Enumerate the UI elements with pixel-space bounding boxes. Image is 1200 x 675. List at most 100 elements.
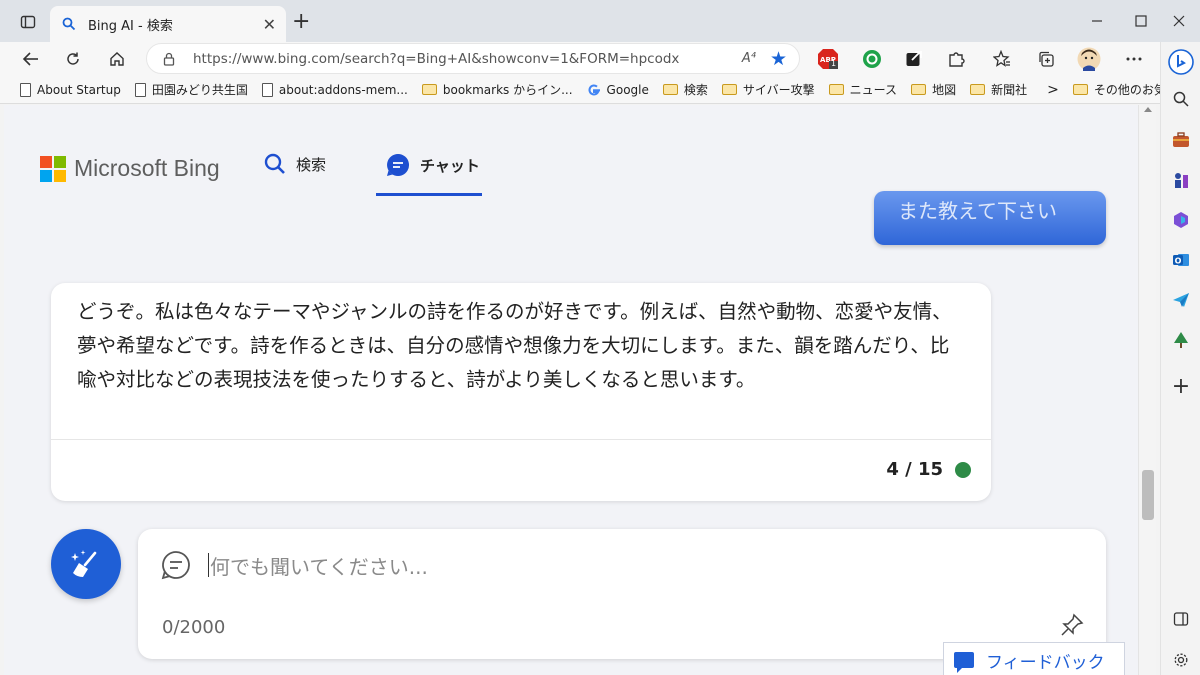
maximize-icon[interactable] [1126, 8, 1156, 34]
minimize-icon[interactable] [1082, 8, 1112, 34]
scrollbar-thumb[interactable] [1142, 470, 1154, 520]
tab-chat[interactable]: チャット [386, 153, 480, 177]
back-arrow-icon[interactable] [16, 44, 46, 74]
bookmark-item[interactable]: 田園みどり共生国 [134, 81, 248, 98]
bookmarks-bar: About Startup 田園みどり共生国 about:addons-mem...… [0, 76, 1160, 104]
scroll-up-arrow-icon[interactable] [1144, 107, 1152, 112]
bookmark-item[interactable]: ニュース [828, 81, 897, 98]
microsoft-logo-icon [40, 155, 66, 182]
folder-icon [1072, 84, 1088, 95]
bookmark-item[interactable]: About Startup [20, 82, 121, 97]
bookmark-item[interactable]: Google [587, 83, 649, 97]
svg-text:O: O [1175, 257, 1182, 266]
settings-gear-icon[interactable] [1169, 648, 1193, 672]
bookmark-item[interactable]: 検索 [662, 81, 708, 98]
bookmark-label: bookmarks からイン... [442, 83, 573, 97]
bookmark-label: about:addons-mem... [278, 82, 408, 97]
pin-icon[interactable] [1060, 613, 1084, 641]
tab-actions-icon[interactable] [14, 8, 42, 36]
search-icon[interactable] [1169, 87, 1193, 111]
other-favorites[interactable]: その他のお気に入り [1072, 81, 1160, 98]
page-icon [261, 82, 273, 97]
bookmark-label: About Startup [37, 82, 121, 97]
tab-search-label: 検索 [296, 155, 327, 174]
page-icon [20, 82, 31, 97]
bookmarks-overflow-chevron-icon[interactable]: > [1047, 82, 1059, 98]
character-count: 0/2000 [162, 617, 226, 638]
chat-input-icon [160, 549, 192, 585]
edge-sidebar: O + [1160, 42, 1200, 675]
bot-response-card: どうぞ。私は色々なテーマやジャンルの詩を作るのが好きです。例えば、自然や動物、恋… [51, 283, 991, 501]
address-bar[interactable]: https://www.bing.com/search?q=Bing+AI&sh… [146, 43, 800, 74]
browser-toolbar: https://www.bing.com/search?q=Bing+AI&sh… [0, 42, 1160, 76]
favorites-icon[interactable] [990, 47, 1014, 71]
folder-icon [828, 84, 844, 95]
bot-message-text: どうぞ。私は色々なテーマやジャンルの詩を作るのが好きです。例えば、自然や動物、恋… [77, 300, 952, 391]
bing-chat-icon[interactable] [1167, 48, 1195, 76]
logo-square [40, 169, 52, 182]
page-icon [134, 82, 146, 97]
url-text[interactable]: https://www.bing.com/search?q=Bing+AI&sh… [193, 51, 742, 67]
brand-name: Microsoft Bing [74, 155, 220, 181]
logo-square [54, 169, 66, 182]
refresh-icon[interactable] [58, 44, 88, 74]
tab-search[interactable]: 検索 [264, 153, 326, 175]
chat-input-placeholder[interactable]: 何でも聞いてください... [210, 551, 428, 580]
google-icon [587, 83, 601, 97]
collections-icon[interactable] [1034, 47, 1058, 71]
logo-square [40, 155, 52, 168]
favorite-star-icon[interactable]: ★ [770, 48, 787, 70]
bookmark-label: 田園みどり共生国 [151, 83, 248, 97]
bing-chat-page: Microsoft Bing 検索 チャット また教えて下さい どうぞ。私は色々… [4, 105, 1138, 675]
new-topic-button[interactable] [51, 529, 121, 599]
read-aloud-icon[interactable]: A⁴ [742, 51, 756, 66]
tree-icon[interactable] [1169, 328, 1193, 352]
games-icon[interactable] [1169, 168, 1193, 192]
bookmark-item[interactable]: about:addons-mem... [261, 82, 408, 97]
folder-icon [721, 84, 737, 95]
share-extension-icon[interactable] [902, 47, 926, 71]
lock-icon[interactable] [163, 51, 179, 67]
more-options-icon[interactable] [1122, 47, 1146, 71]
outlook-icon[interactable]: O [1169, 248, 1193, 272]
bing-search-icon [60, 15, 78, 33]
adblock-extension-icon[interactable]: ABP 1 [816, 47, 840, 71]
bookmark-label: サイバー攻撃 [742, 83, 815, 97]
microsoft-bing-logo[interactable]: Microsoft Bing [40, 155, 220, 182]
divider [51, 439, 991, 440]
hide-sidebar-icon[interactable] [1169, 607, 1193, 631]
user-message-bubble: また教えて下さい [874, 191, 1106, 245]
chat-input-box[interactable]: 何でも聞いてください... 0/2000 [138, 529, 1106, 659]
browser-tab[interactable]: Bing AI - 検索 ✕ [50, 6, 286, 42]
feedback-button[interactable]: フィードバック [943, 642, 1125, 675]
folder-icon [662, 84, 678, 95]
bookmark-label: Google [606, 82, 649, 97]
bookmark-item[interactable]: サイバー攻撃 [721, 81, 815, 98]
chat-bubble-icon [386, 153, 410, 177]
tab-close-icon[interactable]: ✕ [263, 15, 276, 34]
add-sidebar-app-icon[interactable]: + [1169, 374, 1193, 399]
bookmark-label: 検索 [683, 83, 708, 97]
broom-sparkle-icon [71, 550, 97, 577]
profile-avatar[interactable] [1076, 46, 1102, 72]
page-scrollbar[interactable] [1138, 105, 1156, 675]
bookmark-item[interactable]: 地図 [911, 81, 956, 98]
microsoft-365-icon[interactable] [1169, 208, 1193, 232]
bookmark-item[interactable]: 新聞社 [970, 81, 1027, 98]
green-extension-icon[interactable] [860, 47, 884, 71]
extensions-puzzle-icon[interactable] [944, 47, 968, 71]
feedback-icon [954, 652, 974, 673]
close-window-icon[interactable] [1164, 8, 1194, 34]
home-icon[interactable] [102, 44, 132, 74]
bookmark-item[interactable]: bookmarks からイン... [421, 81, 573, 98]
tab-chat-label: チャット [420, 156, 480, 175]
logo-square [54, 155, 66, 168]
tools-briefcase-icon[interactable] [1169, 128, 1193, 152]
text-caret [208, 553, 209, 577]
send-plane-icon[interactable] [1169, 288, 1193, 312]
user-message-text: また教えて下さい [898, 199, 1057, 223]
bookmark-label: 新聞社 [991, 83, 1028, 97]
new-tab-button[interactable]: + [292, 11, 310, 33]
extension-badge: 1 [831, 59, 837, 68]
search-icon [264, 153, 286, 175]
